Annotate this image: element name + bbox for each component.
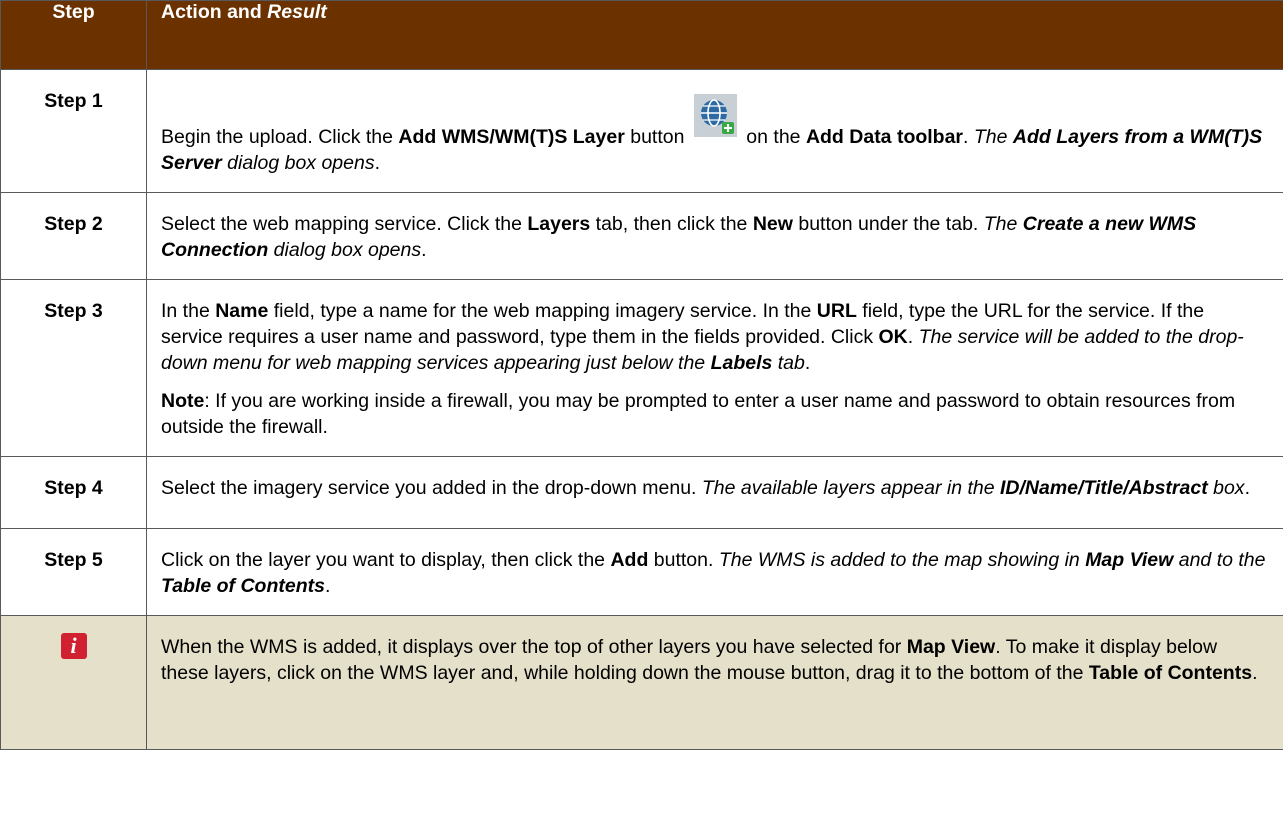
action-column-header: Action and Result — [146, 0, 1283, 70]
note-icon-cell: i — [0, 615, 147, 750]
text-run: URL — [816, 300, 857, 322]
step-label: Step 3 — [0, 279, 147, 457]
text-run: . — [1244, 477, 1250, 499]
text-run: Add WMS/WM(T)S Layer — [398, 126, 625, 148]
text-run: In the — [161, 300, 216, 322]
text-run: button under the tab. — [792, 213, 984, 235]
text-run: Table of Contents — [161, 575, 325, 597]
text-run: ID/Name/Title/Abstract — [1000, 477, 1208, 499]
step-row: Step 5 Click on the layer you want to dis… — [0, 528, 1283, 616]
note-text-cell: When the WMS is added, it displays over … — [146, 615, 1283, 750]
text-run: . — [963, 126, 974, 148]
text-run: Labels — [710, 352, 773, 374]
steps-body: Step 1 Begin the upload. Click the Add WM… — [0, 69, 1283, 750]
text-run: Map View — [1085, 549, 1174, 571]
text-run: and to the — [1173, 549, 1266, 571]
text-run: Map View — [906, 636, 996, 658]
text-run: The available layers appear in the — [701, 477, 1000, 499]
text-run: tab — [772, 352, 805, 374]
step-row: Step 2 Select the web mapping service. Cl… — [0, 192, 1283, 280]
action-paragraph: Select the imagery service you added in … — [161, 475, 1269, 501]
step-column-header: Step — [0, 0, 147, 70]
text-run: Add — [610, 549, 649, 571]
action-cell: Click on the layer you want to display, … — [146, 528, 1283, 616]
note-row: i When the WMS is added, it displays over… — [0, 615, 1283, 750]
text-run: dialog box opens — [268, 239, 422, 261]
text-run: The — [973, 126, 1013, 148]
action-cell: Select the imagery service you added in … — [146, 456, 1283, 529]
text-run: dialog box opens — [221, 152, 375, 174]
text-run: Table of Contents — [1088, 662, 1253, 684]
result-header-text: Result — [267, 1, 327, 23]
text-run: Layers — [527, 213, 591, 235]
text-run: Add Data toolbar — [805, 126, 964, 148]
text-run: OK — [878, 326, 908, 348]
action-paragraph: Select the web mapping service. Click th… — [161, 211, 1269, 263]
text-run: Begin the upload. Click the — [161, 126, 399, 148]
text-run: New — [752, 213, 793, 235]
step-label: Step 5 — [0, 528, 147, 616]
text-run: Click on the layer you want to display, … — [161, 549, 611, 571]
note-paragraph: When the WMS is added, it displays over … — [161, 634, 1269, 686]
step-row: Step 1 Begin the upload. Click the Add WM… — [0, 69, 1283, 193]
text-run: . — [374, 152, 381, 174]
text-run: Note — [161, 390, 205, 412]
steps-table: Step Action and Result Step 1 Begin the u… — [0, 0, 1283, 750]
text-run: on the — [740, 126, 806, 148]
text-run: : If you are working inside a firewall, … — [161, 390, 1236, 438]
text-run: The — [983, 213, 1023, 235]
action-paragraph: Begin the upload. Click the Add WMS/WM(T… — [161, 94, 1269, 176]
step-label: Step 2 — [0, 192, 147, 280]
step-label: Step 1 — [0, 69, 147, 193]
step-row: Step 3 In the Name field, type a name for… — [0, 279, 1283, 457]
text-run: . — [804, 352, 811, 374]
action-paragraph: Note: If you are working inside a firewa… — [161, 388, 1269, 440]
text-run: Name — [215, 300, 269, 322]
text-run: . — [421, 239, 427, 261]
table-header-row: Step Action and Result — [0, 0, 1283, 70]
text-run: Select the web mapping service. Click th… — [161, 213, 528, 235]
action-cell: Begin the upload. Click the Add WMS/WM(T… — [146, 69, 1283, 193]
text-run: The WMS is added to the map showing in — [718, 549, 1086, 571]
text-run: box — [1207, 477, 1245, 499]
text-run: button — [624, 126, 690, 148]
action-header-text: Action and — [161, 1, 268, 23]
action-cell: Select the web mapping service. Click th… — [146, 192, 1283, 280]
action-paragraph: Click on the layer you want to display, … — [161, 547, 1269, 599]
action-paragraph: In the Name field, type a name for the w… — [161, 298, 1269, 376]
info-icon: i — [60, 633, 87, 659]
text-run: . — [1252, 662, 1258, 684]
text-run: . — [324, 575, 331, 597]
text-run: When the WMS is added, it displays over … — [161, 636, 907, 658]
action-cell: In the Name field, type a name for the w… — [146, 279, 1283, 457]
text-run: Select the imagery service you added in … — [161, 477, 702, 499]
text-run: . — [907, 326, 919, 348]
step-label: Step 4 — [0, 456, 147, 529]
text-run: tab, then click the — [590, 213, 753, 235]
add-wms-layer-icon — [693, 94, 737, 137]
text-run: field, type a name for the web mapping i… — [268, 300, 817, 322]
step-row: Step 4 Select the imagery service you add… — [0, 456, 1283, 529]
text-run: button. — [648, 549, 719, 571]
